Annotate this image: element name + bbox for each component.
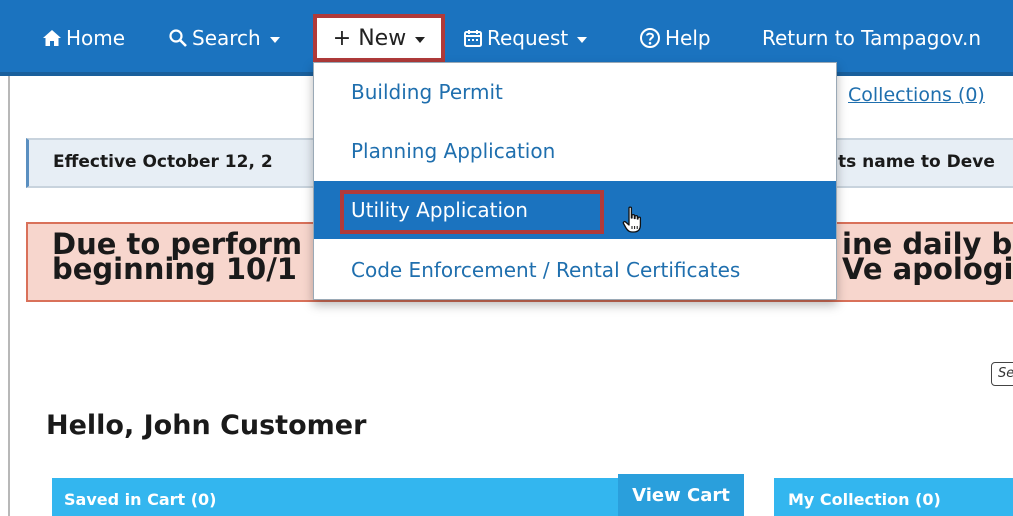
nav-return-link[interactable]: Return to Tampagov.n	[762, 22, 981, 54]
home-icon	[43, 30, 61, 46]
menu-item-code-enforcement[interactable]: Code Enforcement / Rental Certificates	[314, 241, 836, 299]
nav-request-label: Request	[487, 26, 569, 50]
menu-item-label: Building Permit	[351, 80, 503, 104]
alert-text-left-line2: beginning 10/1	[52, 252, 297, 286]
collections-link[interactable]: Collections (0)	[848, 84, 985, 106]
new-dropdown-menu: Building Permit Planning Application Uti…	[313, 62, 837, 300]
nav-search-label: Search	[192, 26, 261, 50]
nav-help-label: Help	[665, 26, 711, 50]
calendar-icon	[464, 30, 482, 47]
utility-highlight-box	[340, 190, 604, 234]
search-input[interactable]: Se	[991, 362, 1013, 386]
menu-item-utility-application[interactable]: Utility Application	[314, 181, 836, 239]
nav-home[interactable]: Home	[42, 22, 125, 54]
nav-new-label: + New	[332, 25, 407, 51]
nav-return-label: Return to Tampagov.n	[762, 26, 982, 50]
notice-text-right: ts name to Deve	[838, 152, 995, 172]
menu-item-building-permit[interactable]: Building Permit	[314, 63, 836, 121]
cart-panel-title: Saved in Cart (0)	[64, 490, 217, 509]
nav-request[interactable]: Request	[463, 22, 588, 54]
menu-item-label: Code Enforcement / Rental Certificates	[351, 258, 741, 282]
collection-panel-title: My Collection (0)	[788, 490, 941, 509]
nav-help[interactable]: Help	[639, 22, 711, 54]
alert-text-right-line2: Ve apologi	[842, 252, 1013, 286]
notice-text-left: Effective October 12, 2	[53, 152, 273, 172]
chevron-down-icon	[269, 36, 280, 43]
hand-cursor-icon	[622, 206, 642, 233]
help-icon	[640, 28, 660, 48]
chevron-down-icon	[577, 36, 588, 43]
menu-item-planning-application[interactable]: Planning Application	[314, 122, 836, 180]
search-icon	[169, 29, 187, 47]
menu-item-label: Planning Application	[351, 139, 556, 163]
chevron-down-icon	[415, 36, 426, 43]
greeting-heading: Hello, John Customer	[46, 410, 367, 441]
nav-home-label: Home	[66, 26, 126, 50]
nav-new[interactable]: + New	[313, 22, 445, 54]
view-cart-button[interactable]: View Cart	[618, 474, 744, 516]
nav-search[interactable]: Search	[168, 22, 280, 54]
content-border	[8, 76, 10, 516]
